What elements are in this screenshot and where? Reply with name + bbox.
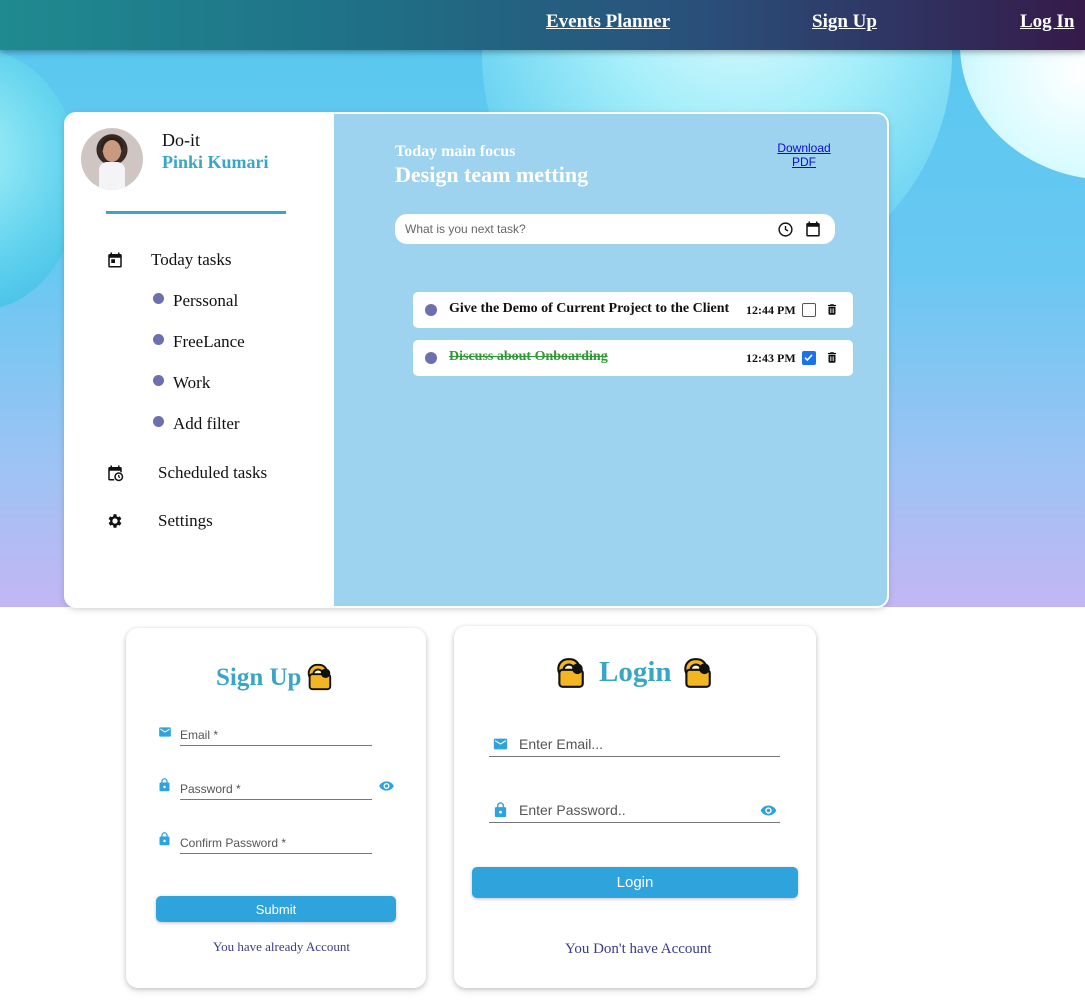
email-icon	[493, 738, 508, 750]
todo-app-card: Do-it Pinki Kumari Today tasks Perssonal…	[66, 114, 887, 606]
sidebar-item-label: Settings	[158, 511, 213, 530]
eye-icon[interactable]	[377, 778, 396, 794]
calendar-icon[interactable]	[804, 220, 822, 238]
user-name: Pinki Kumari	[162, 152, 269, 172]
gear-icon	[108, 514, 122, 528]
padlock-icon	[159, 832, 170, 846]
trash-icon[interactable]	[825, 349, 839, 366]
trash-icon[interactable]	[825, 301, 839, 318]
login-title: Login	[599, 656, 672, 688]
nav-events-planner-link[interactable]: Events Planner	[546, 11, 670, 33]
task-checkbox[interactable]	[802, 303, 816, 317]
app-name: Do-it	[162, 130, 200, 150]
sidebar-item-scheduled-tasks[interactable]: Scheduled tasks	[106, 463, 267, 483]
login-email-input[interactable]	[519, 734, 774, 754]
email-icon	[159, 727, 171, 737]
sidebar-item-settings[interactable]: Settings	[106, 511, 213, 531]
main-panel: Today main focus Design team metting Dow…	[334, 114, 887, 606]
sidebar-item-label: Today tasks	[151, 250, 232, 269]
calendar-clock-icon	[108, 465, 124, 482]
bullet-dot	[153, 333, 164, 345]
lock-icon	[684, 658, 711, 688]
login-submit-button[interactable]: Login	[472, 867, 798, 898]
signup-submit-button[interactable]: Submit	[156, 896, 396, 922]
signup-card: Sign Up Submit You have already Account	[126, 628, 426, 988]
login-password-input[interactable]	[519, 800, 749, 820]
sidebar-subitem-freelance[interactable]: FreeLance	[153, 332, 245, 352]
bullet-dot	[425, 352, 437, 364]
new-task-bar	[395, 214, 835, 244]
signup-email-input[interactable]	[180, 725, 372, 746]
sidebar-subitem-work[interactable]: Work	[153, 373, 210, 393]
sidebar-item-label: Scheduled tasks	[158, 463, 268, 482]
eye-icon[interactable]	[758, 802, 779, 819]
page: Events Planner Sign Up Log In Do-it Pink…	[0, 0, 1085, 1005]
padlock-icon	[494, 802, 507, 818]
sidebar-subitem-personal[interactable]: Perssonal	[153, 291, 238, 311]
task-time: 12:43 PM	[746, 351, 796, 365]
focus-label: Today main focus	[395, 143, 516, 160]
signup-password-input[interactable]	[180, 779, 372, 800]
login-password-field	[489, 798, 780, 823]
decorative-bubble	[960, 50, 1085, 180]
sidebar-item-today-tasks[interactable]: Today tasks	[106, 250, 232, 270]
login-footer-link[interactable]: You Don't have Account	[565, 941, 712, 958]
sidebar-subitem-label: FreeLance	[173, 332, 245, 351]
bullet-dot	[153, 415, 164, 427]
bullet-dot	[425, 304, 437, 316]
task-checkbox[interactable]	[802, 351, 816, 365]
checkmark-icon	[804, 354, 813, 362]
focus-title: Design team metting	[395, 162, 589, 187]
avatar	[81, 128, 143, 190]
signup-footer-link[interactable]: You have already Account	[213, 939, 350, 955]
nav-log-in-link[interactable]: Log In	[1020, 11, 1074, 33]
task-time: 12:44 PM	[746, 303, 796, 317]
padlock-icon	[159, 778, 170, 792]
sidebar-subitem-label: Add filter	[173, 414, 240, 433]
task-item: Discuss about Onboarding 12:43 PM	[413, 340, 853, 376]
lock-icon	[557, 658, 584, 688]
lock-icon	[307, 663, 332, 691]
sidebar: Do-it Pinki Kumari Today tasks Perssonal…	[66, 114, 334, 606]
signup-confirm-password-input[interactable]	[180, 833, 372, 854]
top-navbar: Events Planner Sign Up Log In	[0, 0, 1085, 50]
bullet-dot	[153, 292, 164, 304]
signup-title: Sign Up	[216, 664, 302, 691]
clock-icon[interactable]	[777, 221, 794, 238]
sidebar-subitem-add-filter[interactable]: Add filter	[153, 414, 240, 434]
sidebar-divider	[106, 211, 286, 214]
task-item: Give the Demo of Current Project to the …	[413, 292, 853, 328]
sidebar-subitem-label: Perssonal	[173, 291, 239, 310]
sidebar-subitem-label: Work	[173, 373, 211, 392]
nav-sign-up-link[interactable]: Sign Up	[812, 11, 877, 33]
task-text: Give the Demo of Current Project to the …	[449, 301, 730, 316]
calendar-today-icon	[108, 252, 122, 268]
task-text: Discuss about Onboarding	[449, 349, 608, 364]
new-task-input[interactable]	[405, 220, 765, 238]
bullet-dot	[153, 374, 164, 386]
download-pdf-link[interactable]: Download PDF	[764, 141, 844, 169]
login-card: Login Login You Don't have Account	[454, 626, 816, 988]
login-email-field	[489, 732, 780, 757]
